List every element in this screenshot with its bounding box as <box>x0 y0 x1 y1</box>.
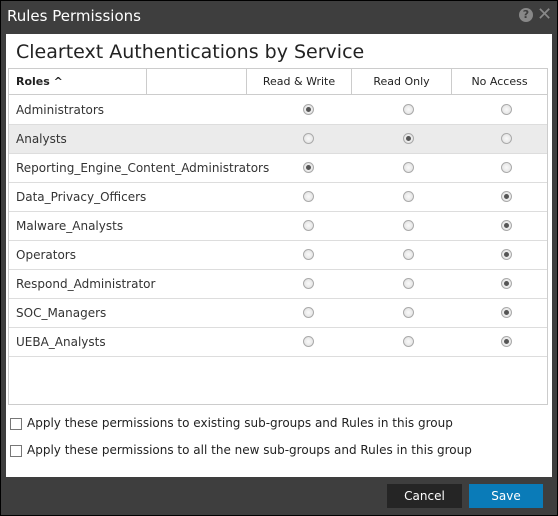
read-write-radio[interactable] <box>303 278 314 289</box>
save-button[interactable]: Save <box>469 484 543 508</box>
read-only-radio[interactable] <box>403 278 414 289</box>
role-name: Malware_Analysts <box>16 219 124 233</box>
permissions-table: Roles ^ Read & Write Read Only No Access… <box>8 68 548 405</box>
apply-new-checkbox[interactable] <box>10 445 22 457</box>
table-row: Analysts <box>9 125 547 154</box>
cancel-button[interactable]: Cancel <box>387 484 462 508</box>
read-only-radio[interactable] <box>403 249 414 260</box>
role-name: Operators <box>16 248 76 262</box>
read-only-radio[interactable] <box>403 336 414 347</box>
no-access-radio[interactable] <box>501 307 512 318</box>
dialog-title: Rules Permissions <box>7 7 141 25</box>
read-only-radio[interactable] <box>403 220 414 231</box>
no-access-radio[interactable] <box>501 336 512 347</box>
read-write-column-header: Read & Write <box>247 69 352 95</box>
no-access-radio[interactable] <box>501 162 512 173</box>
role-name: UEBA_Analysts <box>16 335 106 349</box>
no-access-radio[interactable] <box>501 278 512 289</box>
role-name: Administrators <box>16 103 105 117</box>
read-write-radio[interactable] <box>303 104 314 115</box>
sort-ascending-icon: ^ <box>53 75 63 88</box>
read-only-radio[interactable] <box>403 191 414 202</box>
rules-permissions-dialog: Rules Permissions ? ✕ Cleartext Authenti… <box>1 1 557 515</box>
table-row: Data_Privacy_Officers <box>9 183 547 212</box>
read-write-radio[interactable] <box>303 191 314 202</box>
read-write-radio[interactable] <box>303 307 314 318</box>
read-write-radio[interactable] <box>303 249 314 260</box>
table-row: SOC_Managers <box>9 299 547 328</box>
read-write-radio[interactable] <box>303 336 314 347</box>
apply-new-label: Apply these permissions to all the new s… <box>27 443 472 457</box>
role-name: Analysts <box>16 132 67 146</box>
table-row: Respond_Administrator <box>9 270 547 299</box>
rule-group-heading: Cleartext Authentications by Service <box>16 41 365 63</box>
roles-column-header[interactable]: Roles ^ <box>9 69 147 95</box>
read-write-radio[interactable] <box>303 220 314 231</box>
no-access-radio[interactable] <box>501 220 512 231</box>
read-only-column-header: Read Only <box>352 69 452 95</box>
table-row: UEBA_Analysts <box>9 328 547 357</box>
read-only-radio[interactable] <box>403 133 414 144</box>
blank-column-header <box>147 69 247 95</box>
read-only-radio[interactable] <box>403 307 414 318</box>
table-row: Malware_Analysts <box>9 212 547 241</box>
content-panel: Cleartext Authentications by Service Rol… <box>6 34 552 477</box>
table-row: Administrators <box>9 96 547 125</box>
apply-existing-label: Apply these permissions to existing sub-… <box>27 416 453 430</box>
table-row: Operators <box>9 241 547 270</box>
no-access-radio[interactable] <box>501 133 512 144</box>
apply-existing-checkbox[interactable] <box>10 418 22 430</box>
role-name: SOC_Managers <box>16 306 107 320</box>
no-access-radio[interactable] <box>501 191 512 202</box>
table-row: Reporting_Engine_Content_Administrators <box>9 154 547 183</box>
read-write-radio[interactable] <box>303 162 314 173</box>
roles-header-label: Roles <box>16 75 50 88</box>
no-access-column-header: No Access <box>471 75 528 88</box>
close-icon[interactable]: ✕ <box>537 4 552 25</box>
read-write-radio[interactable] <box>303 133 314 144</box>
table-header: Roles ^ Read & Write Read Only No Access <box>9 69 547 95</box>
role-name: Reporting_Engine_Content_Administrators <box>16 161 270 175</box>
read-only-radio[interactable] <box>403 162 414 173</box>
title-bar: Rules Permissions ? ✕ <box>1 1 557 33</box>
role-name: Respond_Administrator <box>16 277 156 291</box>
help-icon[interactable]: ? <box>519 8 533 22</box>
role-name: Data_Privacy_Officers <box>16 190 147 204</box>
read-only-radio[interactable] <box>403 104 414 115</box>
no-access-radio[interactable] <box>501 104 512 115</box>
no-access-radio[interactable] <box>501 249 512 260</box>
